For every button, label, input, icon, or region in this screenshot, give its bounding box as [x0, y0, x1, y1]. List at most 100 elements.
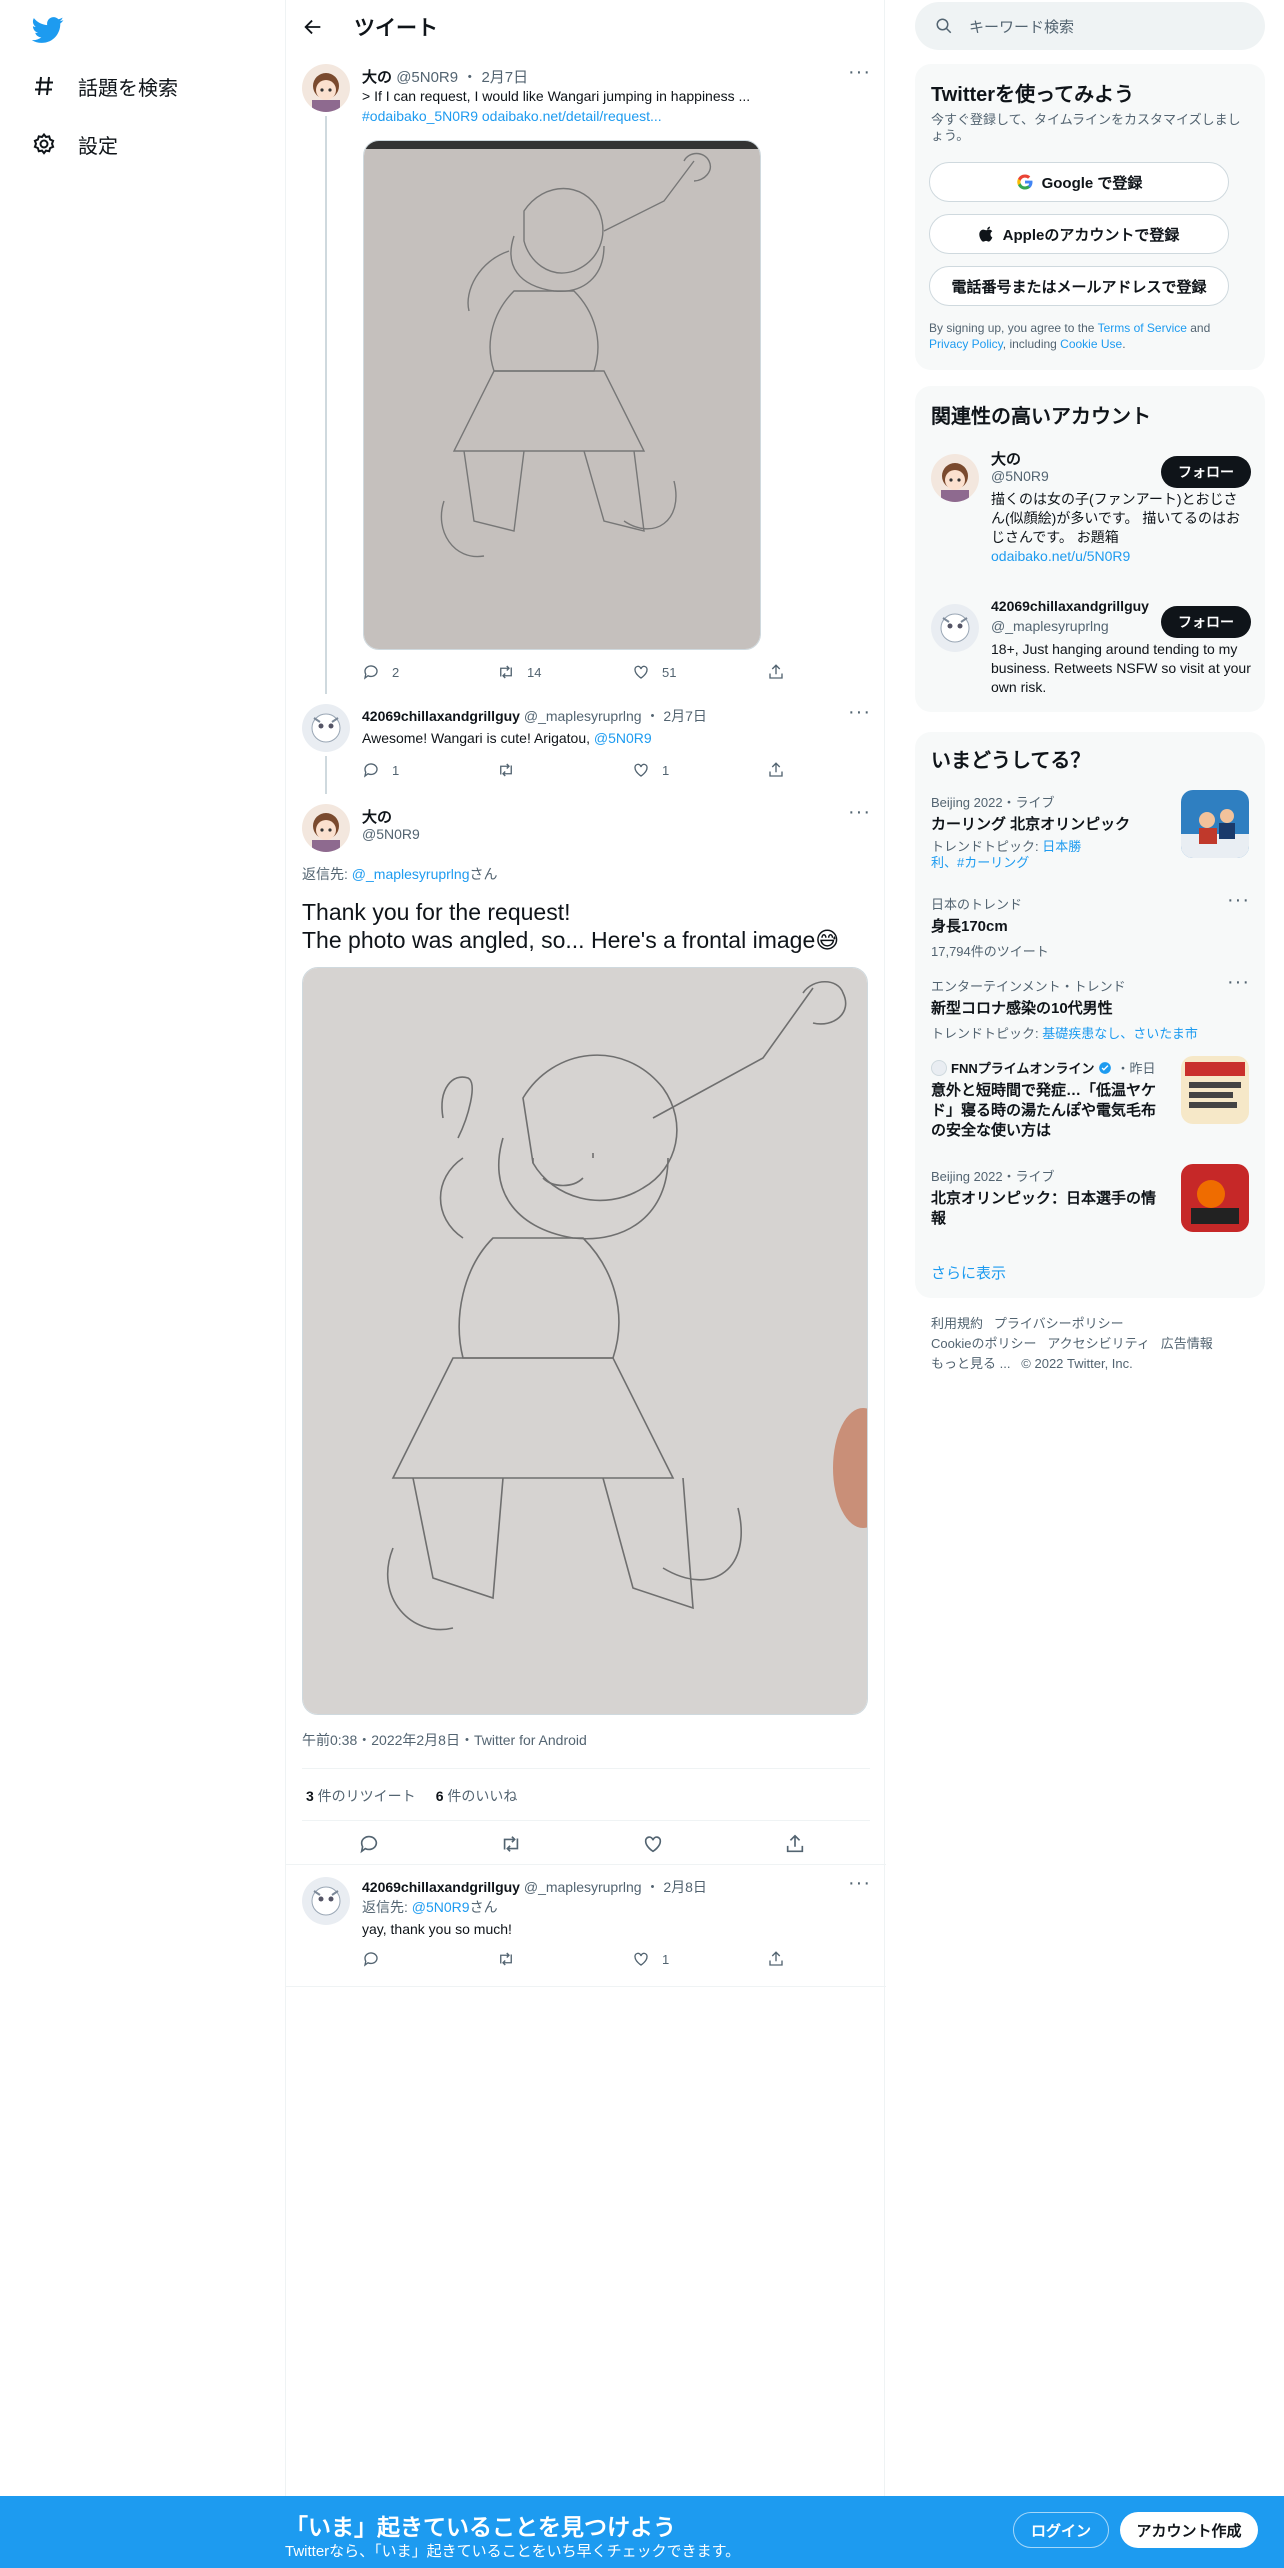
footer-ads-link[interactable]: 広告情報 — [1161, 1336, 1213, 1351]
author-name[interactable]: 42069chillaxandgrillguy — [362, 1879, 520, 1895]
like-button[interactable]: 1 — [632, 761, 767, 779]
tweet-image[interactable] — [363, 140, 761, 650]
hashtag-icon — [35, 76, 53, 96]
author-name[interactable]: 大の — [362, 809, 392, 826]
back-arrow-icon[interactable] — [302, 16, 324, 38]
privacy-link[interactable]: Privacy Policy — [929, 337, 1003, 351]
avatar[interactable] — [302, 704, 350, 752]
account-item[interactable]: 大の @5N0R9 フォロー 描くのは女の子(ファンアート)とおじさん(似顔絵)… — [915, 446, 1265, 586]
avatar[interactable] — [931, 604, 979, 652]
search-icon — [936, 18, 952, 34]
share-button[interactable] — [767, 1950, 902, 1968]
create-account-button[interactable]: アカウント作成 — [1120, 2512, 1258, 2548]
avatar[interactable] — [302, 64, 350, 112]
thread-tweet-1[interactable]: 大の @5N0R9 ・ 2月7日 ··· > If I can request,… — [286, 54, 886, 694]
google-signup-button[interactable]: Google で登録 — [929, 162, 1229, 202]
follow-button[interactable]: フォロー — [1161, 606, 1251, 638]
share-button[interactable] — [767, 663, 902, 681]
apple-signup-button[interactable]: Appleのアカウントで登録 — [929, 214, 1229, 254]
retweet-button[interactable]: 14 — [497, 663, 632, 681]
more-icon[interactable]: ··· — [1227, 972, 1249, 998]
avatar[interactable] — [302, 1877, 350, 1925]
more-icon[interactable]: ··· — [848, 1873, 870, 1899]
author-handle[interactable]: @5N0R9 — [396, 69, 458, 86]
login-button[interactable]: ログイン — [1013, 2512, 1109, 2548]
publisher-name[interactable]: FNNプライムオンライン — [951, 1058, 1094, 1077]
reply-button[interactable] — [358, 1833, 500, 1855]
tweet-date[interactable]: 2月8日 — [663, 1879, 707, 1895]
reply-icon — [363, 763, 378, 778]
retweet-button[interactable] — [500, 1833, 642, 1855]
account-handle[interactable]: @5N0R9 — [991, 468, 1049, 484]
trend-item[interactable]: 日本のトレンド 身長170cm 17,794件のツイート — [931, 894, 1251, 960]
like-stat[interactable]: 6 件のいいね — [436, 1786, 518, 1806]
mention-link[interactable]: @5N0R9 — [594, 730, 652, 746]
tweet-text: > If I can request, I would like Wangari… — [362, 86, 862, 126]
footer-cookie-link[interactable]: Cookieのポリシー — [931, 1336, 1036, 1351]
nav-explore[interactable]: 話題を検索 — [32, 66, 178, 106]
reply-button[interactable] — [362, 1950, 497, 1968]
account-bio-link[interactable]: odaibako.net/u/5N0R9 — [991, 548, 1130, 564]
trend-item[interactable]: エンターテインメント・トレンド 新型コロナ感染の10代男性 トレンドトピック: … — [931, 976, 1251, 1042]
like-count: 51 — [662, 664, 677, 680]
retweet-icon — [500, 1952, 512, 1966]
reply-button[interactable]: 2 — [362, 663, 497, 681]
reply-to-handle[interactable]: @5N0R9 — [412, 1899, 470, 1915]
apple-signup-label: Appleのアカウントで登録 — [1002, 226, 1180, 244]
tweet-image[interactable] — [302, 967, 868, 1715]
show-more-link[interactable]: さらに表示 — [931, 1262, 1006, 1283]
more-icon[interactable]: ··· — [848, 62, 870, 88]
reply-tweet[interactable]: 42069chillaxandgrillguy @_maplesyruprlng… — [286, 1865, 886, 1987]
account-handle[interactable]: @_maplesyruprlng — [991, 618, 1109, 634]
tweet-date[interactable]: 2月7日 — [663, 708, 707, 724]
trend-image[interactable] — [1181, 1164, 1249, 1232]
cookie-link[interactable]: Cookie Use — [1060, 337, 1122, 351]
author-name[interactable]: 大の — [362, 69, 392, 86]
footer-terms-link[interactable]: 利用規約 — [931, 1316, 983, 1331]
author-handle[interactable]: @5N0R9 — [362, 826, 420, 842]
follow-button[interactable]: フォロー — [1161, 456, 1251, 488]
retweet-button[interactable] — [497, 1950, 632, 1968]
share-button[interactable] — [767, 761, 902, 779]
thread-tweet-2[interactable]: 42069chillaxandgrillguy @_maplesyruprlng… — [286, 694, 886, 794]
retweet-stat-label: 件のリツイート — [313, 1788, 416, 1804]
trend-image[interactable] — [1181, 1056, 1249, 1124]
twitter-logo-icon[interactable] — [32, 14, 64, 46]
retweet-stat[interactable]: 3 件のリツイート — [306, 1786, 416, 1806]
more-icon[interactable]: ··· — [1227, 890, 1249, 916]
footer-more-link[interactable]: もっと見る ... — [931, 1356, 1010, 1371]
account-name[interactable]: 42069chillaxandgrillguy — [991, 598, 1149, 614]
avatar[interactable] — [302, 804, 350, 852]
nav-settings[interactable]: 設定 — [32, 124, 118, 164]
reply-to-handle[interactable]: @_maplesyruprlng — [352, 866, 470, 882]
more-icon[interactable]: ··· — [848, 702, 870, 728]
retweet-button[interactable] — [497, 761, 632, 779]
tweet-text-line-2: The photo was angled, so... Here's a fro… — [302, 927, 840, 953]
phone-email-signup-button[interactable]: 電話番号またはメールアドレスで登録 — [929, 266, 1229, 306]
author-handle[interactable]: @_maplesyruprlng — [524, 1879, 642, 1895]
tweet-date[interactable]: 2月7日 — [481, 69, 528, 86]
author-name[interactable]: 42069chillaxandgrillguy — [362, 708, 520, 724]
share-icon — [769, 1951, 783, 1966]
terms-link[interactable]: Terms of Service — [1098, 321, 1187, 335]
like-button[interactable] — [642, 1833, 784, 1855]
tweet-links[interactable]: #odaibako_5N0R9 odaibako.net/detail/requ… — [362, 106, 862, 126]
heart-icon — [634, 1952, 648, 1966]
share-button[interactable] — [784, 1833, 844, 1855]
footer-accessibility-link[interactable]: アクセシビリティ — [1047, 1336, 1150, 1351]
like-button[interactable]: 1 — [632, 1950, 767, 1968]
author-handle[interactable]: @_maplesyruprlng — [524, 708, 642, 724]
account-item[interactable]: 42069chillaxandgrillguy @_maplesyruprlng… — [915, 596, 1265, 706]
reply-button[interactable]: 1 — [362, 761, 497, 779]
avatar[interactable] — [931, 454, 979, 502]
trend-sub-link[interactable]: 基礎疾患なし、さいたま市 — [1042, 1026, 1198, 1041]
account-name[interactable]: 大の — [991, 448, 1021, 469]
tweet-timestamp[interactable]: 午前0:38・2022年2月8日・Twitter for Android — [302, 1730, 587, 1750]
trend-image[interactable] — [1181, 790, 1249, 858]
footer-privacy-link[interactable]: プライバシーポリシー — [994, 1316, 1124, 1331]
search-box[interactable]: キーワード検索 — [915, 2, 1265, 50]
more-icon[interactable]: ··· — [848, 802, 870, 828]
search-input[interactable]: キーワード検索 — [969, 16, 1074, 37]
like-button[interactable]: 51 — [632, 663, 767, 681]
nav-explore-label: 話題を検索 — [78, 77, 178, 100]
